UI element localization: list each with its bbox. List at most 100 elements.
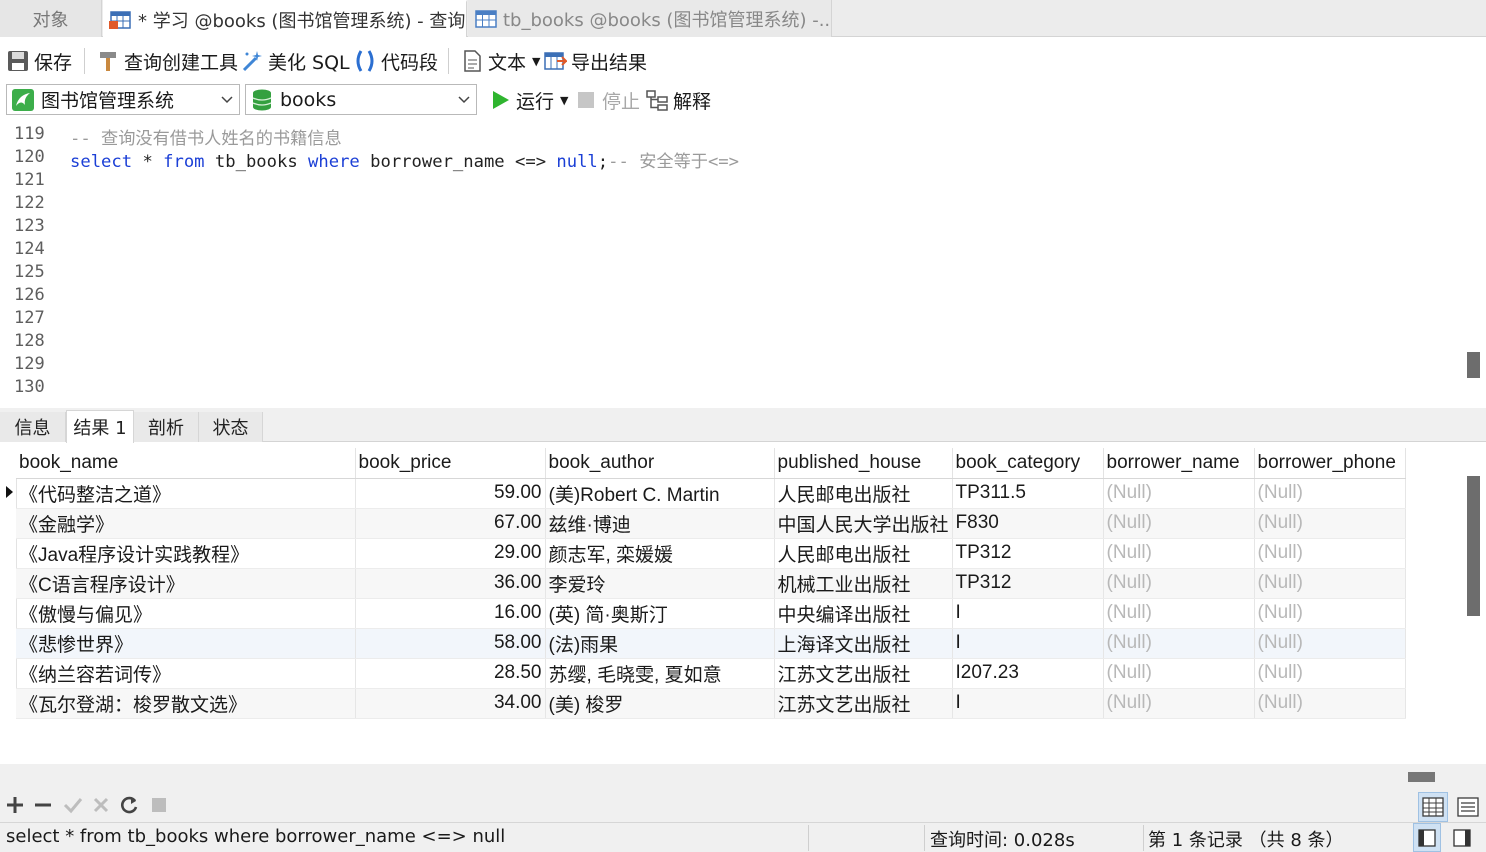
tab-profile[interactable]: 剖析 [134, 412, 199, 442]
editor-scrollbar-thumb[interactable] [1467, 352, 1480, 378]
column-header[interactable]: book_author [545, 448, 775, 479]
database-select[interactable]: books [245, 84, 477, 115]
column-header[interactable]: borrower_name [1103, 448, 1255, 479]
table-row[interactable]: 《金融学》 67.00 兹维·博迪 中国人民大学出版社 F830 (Null) (Null) [16, 508, 1406, 539]
table-row[interactable]: 《悲惨世界》 58.00 (法)雨果 上海译文出版社 I (Null) (Null) [16, 628, 1406, 659]
cell-book-price[interactable]: 29.00 [355, 538, 546, 569]
refresh-icon[interactable] [118, 794, 140, 816]
cell-book-author[interactable]: (英) 简·奥斯汀 [545, 598, 775, 629]
cell-borrower-phone[interactable]: (Null) [1254, 538, 1406, 569]
cell-published-house[interactable]: 人民邮电出版社 [774, 478, 953, 509]
cell-book-author[interactable]: (美)Robert C. Martin [545, 478, 775, 509]
cell-book-price[interactable]: 28.50 [355, 658, 546, 689]
cell-borrower-name[interactable]: (Null) [1103, 688, 1255, 719]
tab-result-1[interactable]: 结果 1 [66, 410, 134, 443]
cell-book-author[interactable]: 颜志军, 栾媛媛 [545, 538, 775, 569]
cell-book-name[interactable]: 《代码整洁之道》 [16, 478, 356, 509]
text-mode-button[interactable]: 文本 ▼ [460, 42, 540, 80]
tab-table[interactable]: tb_books @books (图书馆管理系统) -... [468, 0, 832, 37]
editor-scrollbar[interactable] [1462, 124, 1486, 406]
cell-published-house[interactable]: 中国人民大学出版社 [774, 508, 953, 539]
cell-book-price[interactable]: 58.00 [355, 628, 546, 659]
column-header[interactable]: published_house [774, 448, 953, 479]
table-row[interactable]: 《傲慢与偏见》 16.00 (英) 简·奥斯汀 中央编译出版社 I (Null) (Null… [16, 598, 1406, 629]
code-snippet-button[interactable]: 代码段 [353, 42, 438, 80]
cell-book-price[interactable]: 67.00 [355, 508, 546, 539]
save-button[interactable]: 保存 [6, 42, 72, 80]
grid-scrollbar[interactable] [1462, 448, 1486, 764]
cell-book-category[interactable]: F830 [952, 508, 1104, 539]
query-builder-button[interactable]: 查询创建工具 [96, 42, 238, 80]
column-header[interactable]: book_name [16, 448, 356, 479]
cell-book-category[interactable]: I [952, 688, 1104, 719]
cell-book-category[interactable]: TP311.5 [952, 478, 1104, 509]
toggle-right-pane-button[interactable] [1448, 823, 1476, 852]
delete-record-icon[interactable] [32, 794, 54, 816]
cell-book-author[interactable]: (美) 梭罗 [545, 688, 775, 719]
cell-borrower-phone[interactable]: (Null) [1254, 628, 1406, 659]
grid-view-button[interactable] [1418, 792, 1448, 822]
cell-borrower-name[interactable]: (Null) [1103, 598, 1255, 629]
cell-borrower-name[interactable]: (Null) [1103, 478, 1255, 509]
cell-book-price[interactable]: 34.00 [355, 688, 546, 719]
apply-changes-icon[interactable] [62, 794, 84, 816]
cell-book-price[interactable]: 16.00 [355, 598, 546, 629]
cell-borrower-phone[interactable]: (Null) [1254, 568, 1406, 599]
grid-scrollbar-thumb[interactable] [1467, 476, 1480, 616]
cell-book-price[interactable]: 59.00 [355, 478, 546, 509]
cell-borrower-phone[interactable]: (Null) [1254, 658, 1406, 689]
cell-book-author[interactable]: 李爱玲 [545, 568, 775, 599]
code-line[interactable]: -- 查询没有借书人姓名的书籍信息 [70, 124, 342, 149]
cell-book-name[interactable]: 《悲惨世界》 [16, 628, 356, 659]
grid-hscroll-thumb[interactable] [1408, 772, 1435, 782]
connection-select[interactable]: 图书馆管理系统 [6, 84, 240, 115]
cell-book-name[interactable]: 《傲慢与偏见》 [16, 598, 356, 629]
column-header[interactable]: borrower_phone [1254, 448, 1406, 479]
column-header[interactable]: book_price [355, 448, 546, 479]
add-record-icon[interactable] [4, 794, 26, 816]
cell-borrower-phone[interactable]: (Null) [1254, 688, 1406, 719]
cell-book-name[interactable]: 《Java程序设计实践教程》 [16, 538, 356, 569]
cell-book-name[interactable]: 《金融学》 [16, 508, 356, 539]
export-results-button[interactable]: 导出结果 [543, 42, 647, 80]
cell-book-author[interactable]: 兹维·博迪 [545, 508, 775, 539]
form-view-button[interactable] [1453, 792, 1483, 822]
sql-editor[interactable]: 119 -- 查询没有借书人姓名的书籍信息 120 select * from tb_… [0, 124, 1462, 406]
cell-published-house[interactable]: 江苏文艺出版社 [774, 658, 953, 689]
cell-book-category[interactable]: I [952, 598, 1104, 629]
cell-book-author[interactable]: (法)雨果 [545, 628, 775, 659]
cell-published-house[interactable]: 人民邮电出版社 [774, 538, 953, 569]
cell-book-category[interactable]: TP312 [952, 568, 1104, 599]
code-line[interactable]: select * from tb_books where borrower_na… [70, 147, 739, 172]
stop-button[interactable]: 停止 [574, 81, 640, 119]
cell-borrower-name[interactable]: (Null) [1103, 658, 1255, 689]
tab-objects[interactable]: 对象 [0, 0, 102, 37]
cell-published-house[interactable]: 江苏文艺出版社 [774, 688, 953, 719]
cell-published-house[interactable]: 机械工业出版社 [774, 568, 953, 599]
table-row[interactable]: 《C语言程序设计》 36.00 李爱玲 机械工业出版社 TP312 (Null) (Null… [16, 568, 1406, 599]
cell-borrower-phone[interactable]: (Null) [1254, 478, 1406, 509]
explain-button[interactable]: 解释 [645, 81, 711, 119]
table-row[interactable]: 《代码整洁之道》 59.00 (美)Robert C. Martin 人民邮电出版社 T… [16, 478, 1406, 509]
cell-book-author[interactable]: 苏缨, 毛晓雯, 夏如意 [545, 658, 775, 689]
cell-borrower-name[interactable]: (Null) [1103, 538, 1255, 569]
table-row[interactable]: 《纳兰容若词传》 28.50 苏缨, 毛晓雯, 夏如意 江苏文艺出版社 I207.23(… [16, 658, 1406, 689]
cell-book-price[interactable]: 36.00 [355, 568, 546, 599]
run-button[interactable]: 运行 ▼ [488, 81, 568, 119]
stop-query-icon[interactable] [148, 794, 170, 816]
table-row[interactable]: 《瓦尔登湖：梭罗散文选》 34.00 (美) 梭罗 江苏文艺出版社 I (Null) (Nu… [16, 688, 1406, 719]
cell-book-category[interactable]: I207.23 [952, 658, 1104, 689]
discard-changes-icon[interactable] [90, 794, 112, 816]
column-header[interactable]: book_category [952, 448, 1104, 479]
cell-borrower-phone[interactable]: (Null) [1254, 508, 1406, 539]
tab-status[interactable]: 状态 [199, 412, 263, 442]
beautify-sql-button[interactable]: 美化 SQL [240, 42, 350, 80]
cell-borrower-phone[interactable]: (Null) [1254, 598, 1406, 629]
toggle-left-pane-button[interactable] [1413, 823, 1441, 852]
cell-book-name[interactable]: 《C语言程序设计》 [16, 568, 356, 599]
table-row[interactable]: 《Java程序设计实践教程》 29.00 颜志军, 栾媛媛 人民邮电出版社 TP312(… [16, 538, 1406, 569]
tab-info[interactable]: 信息 [0, 412, 66, 442]
tab-query[interactable]: * 学习 @books (图书馆管理系统) - 查询 [103, 0, 467, 37]
cell-book-category[interactable]: I [952, 628, 1104, 659]
cell-borrower-name[interactable]: (Null) [1103, 628, 1255, 659]
